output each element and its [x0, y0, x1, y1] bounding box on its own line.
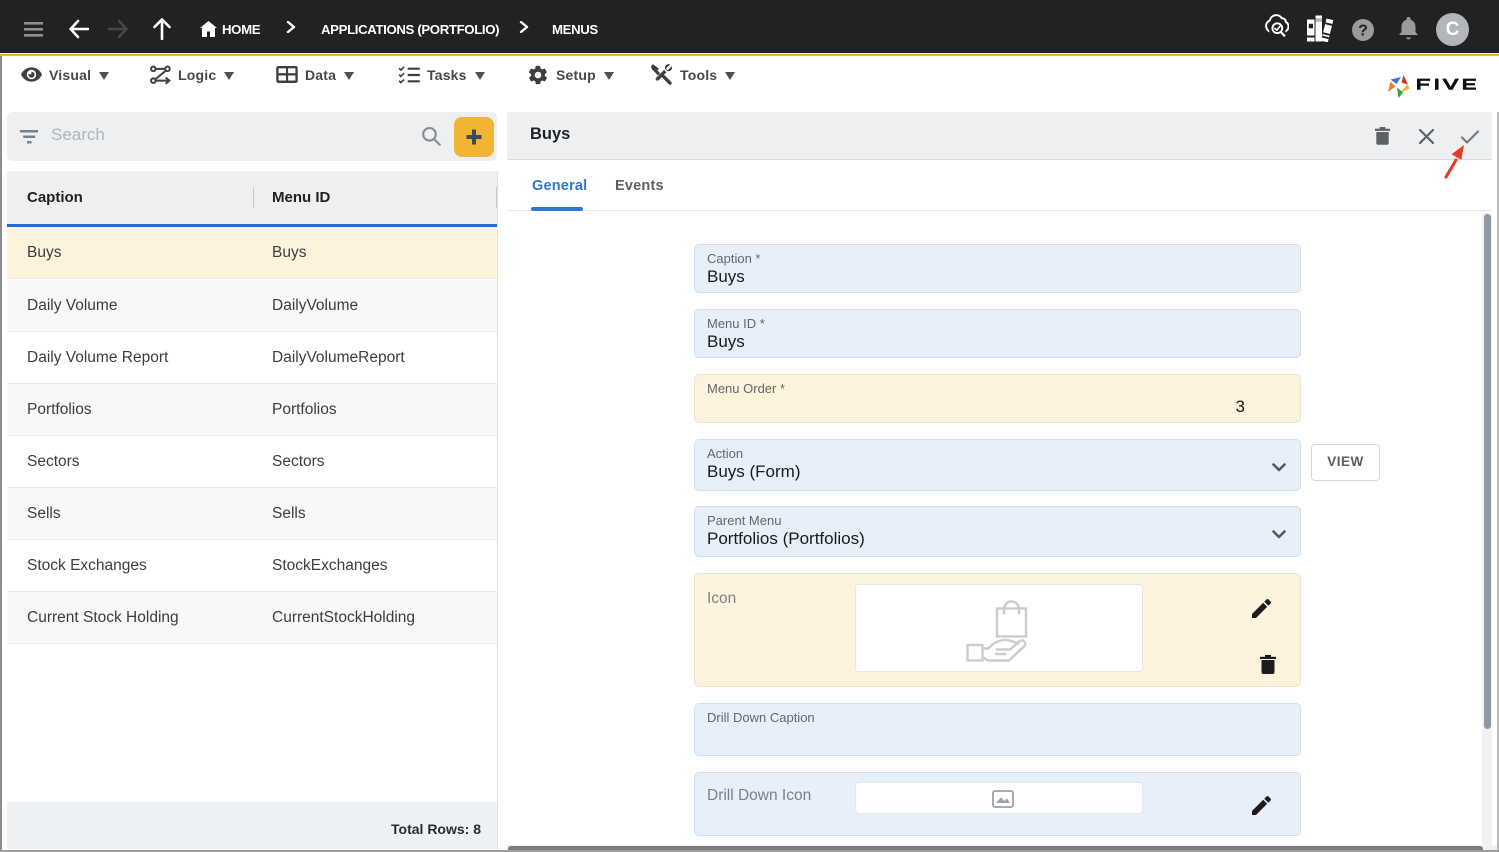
svg-text:?: ?	[1358, 23, 1368, 40]
